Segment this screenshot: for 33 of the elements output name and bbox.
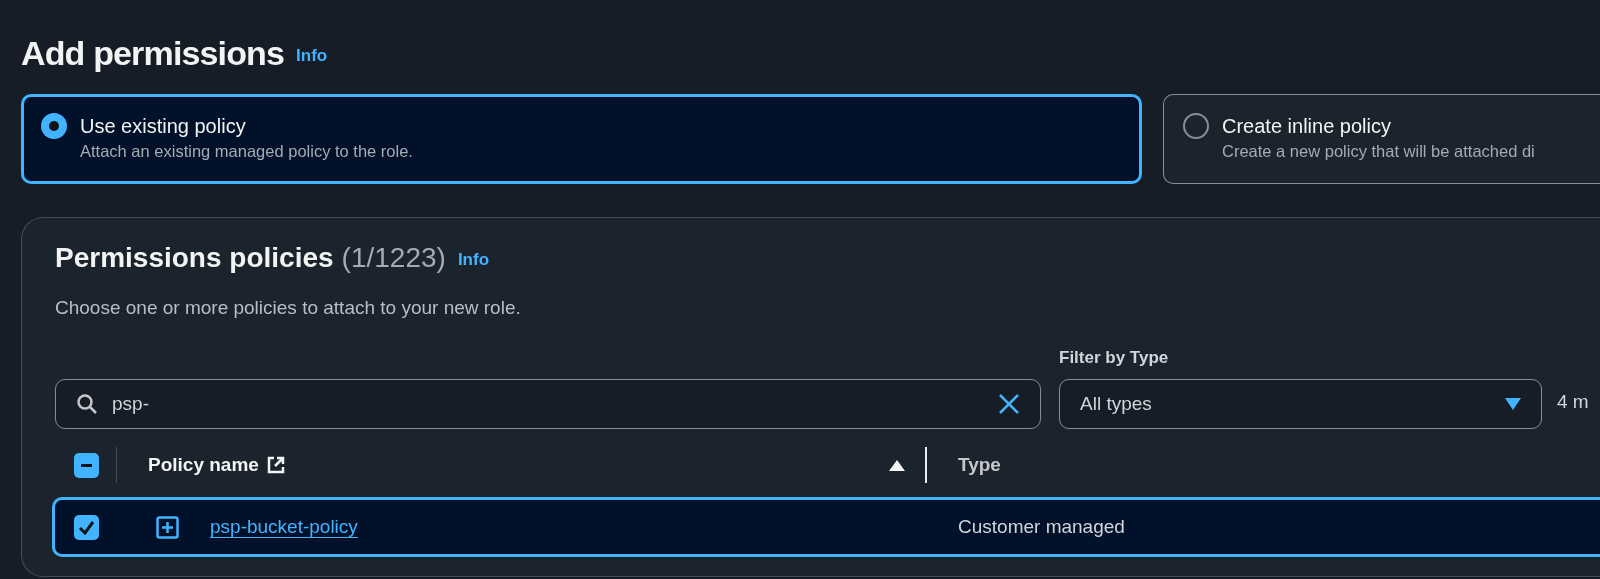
check-icon xyxy=(78,518,95,536)
external-link-icon[interactable] xyxy=(265,455,286,475)
option-title: Use existing policy xyxy=(80,114,247,139)
option-description: Attach an existing managed policy to the role. xyxy=(80,141,413,162)
match-count: 4 m xyxy=(1557,389,1589,414)
table-cell-text: Customer managed xyxy=(957,514,1125,539)
type-dropdown[interactable]: All types xyxy=(1059,379,1542,429)
checkbox[interactable] xyxy=(74,452,99,478)
page-title: Add permissions xyxy=(21,36,285,70)
caret-icon xyxy=(1505,398,1521,410)
filter-label: Filter by Type xyxy=(1059,346,1170,369)
section-description: Choose one or more policies to attach to your new role. xyxy=(55,296,522,320)
option-title: Create inline policy xyxy=(1222,114,1392,139)
search-field[interactable]: psp- xyxy=(55,379,1041,429)
option-description: Create a new policy that will be attached di xyxy=(1222,141,1535,162)
section-title: Permissions policies xyxy=(55,244,334,272)
sort-icon[interactable] xyxy=(889,459,905,471)
clear-icon[interactable] xyxy=(998,393,1020,415)
column-header[interactable]: Type xyxy=(958,450,1001,480)
column-header[interactable]: Policy name xyxy=(148,450,259,480)
checkbox[interactable] xyxy=(74,514,99,540)
option-card[interactable]: Create inline policy Create a new policy that will be attached di xyxy=(1163,94,1600,184)
info-link[interactable]: Info xyxy=(296,42,328,68)
minus-icon xyxy=(81,463,92,467)
radio-button[interactable] xyxy=(1183,113,1209,139)
info-link[interactable]: Info xyxy=(457,246,490,272)
radio-button[interactable] xyxy=(41,113,67,139)
expand-icon[interactable] xyxy=(156,515,179,539)
option-card[interactable]: Use existing policy Attach an existing managed policy to the role. xyxy=(21,94,1142,184)
table-row[interactable]: psp-bucket-policy Customer managed xyxy=(52,497,1600,557)
search-icon xyxy=(76,393,98,415)
policy-link[interactable]: psp-bucket-policy xyxy=(210,512,358,542)
selection-count: (1/1223) xyxy=(341,244,446,272)
